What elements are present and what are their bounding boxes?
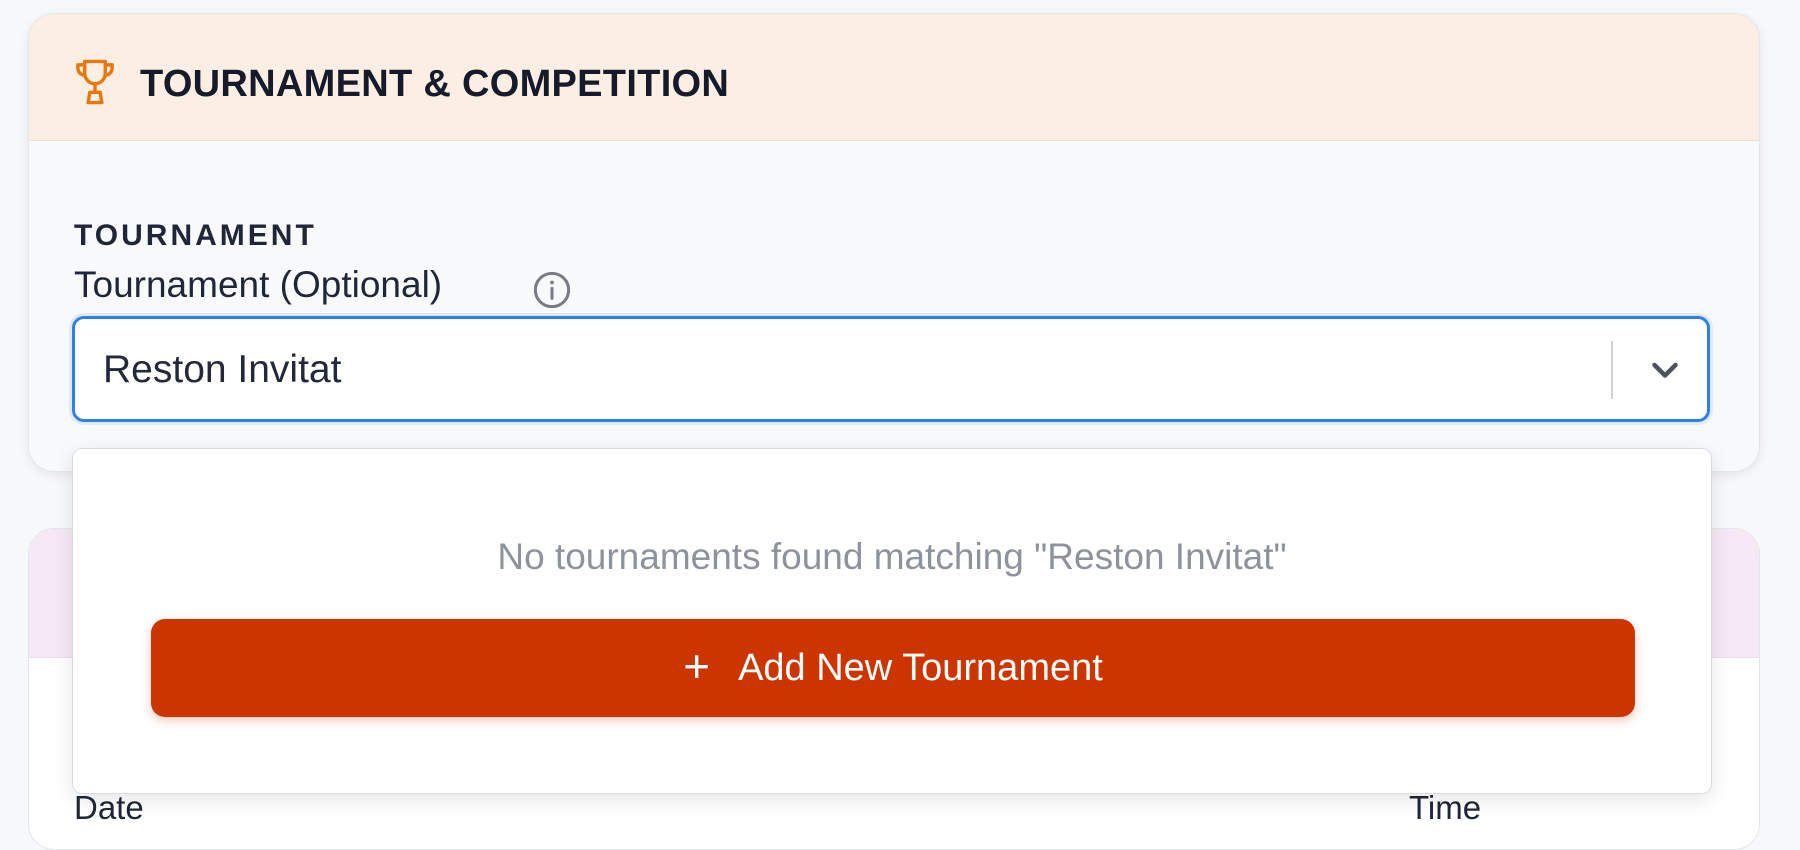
add-new-tournament-button[interactable]: + Add New Tournament: [151, 619, 1635, 717]
tournament-combobox[interactable]: [72, 316, 1710, 422]
plus-icon: +: [683, 640, 711, 692]
tournament-field-label: Tournament (Optional): [74, 264, 443, 305]
empty-results-message: No tournaments found matching "Reston In…: [497, 536, 1287, 577]
section-label: TOURNAMENT: [74, 219, 317, 252]
combobox-divider: [1611, 341, 1613, 399]
add-button-label: Add New Tournament: [738, 646, 1103, 689]
tournament-search-input[interactable]: [103, 343, 1583, 397]
time-label: Time: [1409, 789, 1482, 826]
info-icon[interactable]: [532, 270, 572, 310]
card-header: TOURNAMENT & COMPETITION: [29, 14, 1759, 141]
tournament-dropdown: No tournaments found matching "Reston In…: [72, 448, 1712, 794]
trophy-icon: [76, 59, 114, 105]
date-label: Date: [74, 789, 144, 826]
chevron-down-icon[interactable]: [1645, 353, 1685, 389]
card-title: TOURNAMENT & COMPETITION: [140, 63, 730, 105]
